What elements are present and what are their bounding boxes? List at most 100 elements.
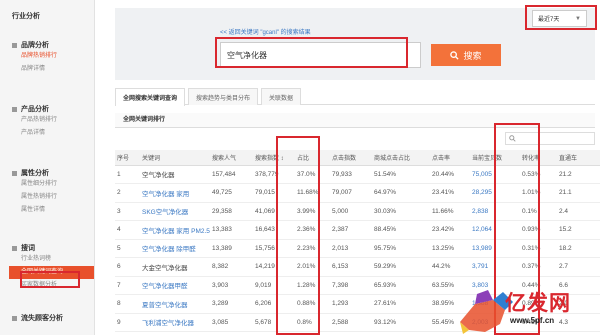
col-header-mall-click-share[interactable]: 商城点击占比 — [372, 150, 430, 166]
table-cell: 9 — [115, 313, 140, 332]
table-cell: 18.2 — [557, 239, 600, 258]
table-cell: 6 — [115, 257, 140, 277]
search-input[interactable]: 空气净化器 — [220, 42, 421, 68]
col-header-search-index[interactable]: 搜索指数 ↕ — [253, 150, 295, 166]
sidebar-item-brand-detail[interactable]: 品牌详情 — [12, 63, 94, 76]
table-cell: 59.29% — [372, 257, 430, 277]
sidebar-item-attr-detail[interactable]: 属性详情 — [12, 204, 94, 217]
search-button-label: 搜索 — [463, 50, 482, 61]
sidebar-item-attr-hot[interactable]: 属性热销排行 — [12, 191, 94, 204]
table-cell: 5,678 — [253, 313, 295, 332]
section-label: 搜词 — [21, 245, 35, 252]
table-cell[interactable]: 75,005 — [470, 165, 520, 184]
table-cell: 1 — [115, 165, 140, 184]
table-cell: 95.75% — [372, 239, 430, 258]
col-header-ctr[interactable]: 点击率 — [430, 150, 470, 166]
table-cell: 21.1 — [557, 183, 600, 203]
table-cell: 41,069 — [253, 202, 295, 221]
keyword-cell[interactable]: 大金空气净化器 — [140, 257, 210, 277]
grid-icon — [12, 170, 17, 176]
page: 行业分析 品牌分析 品牌热销排行 品牌详情 产品分析 产品热销排行 产品详情 属… — [0, 0, 600, 335]
back-link[interactable]: << 返回关键词 "gcanl" 的搜索结果 — [220, 27, 311, 36]
sidebar-section-search: 搜词 行业热词榜 全网关键词查询 买家数据分析 — [0, 243, 94, 292]
col-header-search-popularity[interactable]: 搜索人气 — [210, 150, 253, 166]
table-search-input[interactable] — [505, 132, 595, 145]
table-cell: 7 — [115, 276, 140, 295]
table-row: 3 SKG空气净化器 29,358 41,069 3.99% 5,000 30.03% 11.… — [115, 202, 600, 221]
sidebar-item-brand-hot[interactable]: 品牌热销排行 — [12, 50, 94, 63]
table-cell: 30.03% — [372, 202, 430, 221]
table-cell: 8 — [115, 294, 140, 314]
keyword-cell[interactable]: 亚都空气净化器 — [140, 331, 210, 335]
table-cell[interactable]: 13,989 — [470, 239, 520, 258]
sidebar: 行业分析 品牌分析 品牌热销排行 品牌详情 产品分析 产品热销排行 产品详情 属… — [0, 0, 95, 335]
sidebar-item-product-detail[interactable]: 产品详情 — [12, 127, 94, 140]
table-cell: 4,365 — [253, 331, 295, 335]
col-header-rank: 序号 — [115, 150, 140, 166]
table-cell: 0.93% — [520, 220, 557, 240]
tab-bar: 全网搜索关键词查询 搜索趋势与类目分布 关联数据 — [115, 88, 595, 106]
keyword-cell[interactable]: 空气净化器 家用 PM2.5 — [140, 220, 210, 240]
keyword-cell[interactable]: 空气净化器 家用 — [140, 183, 210, 203]
table-cell[interactable]: 3,791 — [470, 257, 520, 277]
sidebar-section-title-attribute[interactable]: 属性分析 — [12, 168, 94, 178]
table-cell: 0.8% — [295, 313, 330, 332]
table-cell: 64.97% — [372, 183, 430, 203]
keyword-cell[interactable]: 夏普空气净化器 — [140, 294, 210, 314]
date-range-select[interactable]: 最近7天 ▼ — [532, 10, 587, 27]
keyword-cell[interactable]: 飞利浦空气净化器 — [140, 313, 210, 332]
sidebar-section-title-brand[interactable]: 品牌分析 — [12, 40, 94, 50]
search-icon — [450, 50, 460, 60]
keyword-cell[interactable]: 空气净化器甲醛 — [140, 276, 210, 295]
table-cell: 10 — [115, 331, 140, 335]
table-cell: 5 — [115, 239, 140, 258]
table-cell: 6,206 — [253, 294, 295, 314]
table-cell: 2.7 — [557, 257, 600, 277]
grid-icon — [12, 245, 17, 251]
table-cell: 23.42% — [430, 220, 470, 240]
table-cell: 88.45% — [372, 220, 430, 240]
search-button[interactable]: 搜索 — [431, 44, 501, 66]
sidebar-section-industry[interactable]: 行业分析 — [0, 11, 94, 21]
sidebar-section-title-search[interactable]: 搜词 — [12, 243, 94, 253]
table-cell[interactable]: 28,295 — [470, 183, 520, 203]
col-header-ztc[interactable]: 直通车 — [557, 150, 600, 166]
sidebar-section-title-lost[interactable]: 流失顾客分析 — [12, 313, 94, 323]
table-cell: 2.36% — [295, 220, 330, 240]
chevron-down-icon: ▼ — [575, 16, 581, 22]
col-header-conversion[interactable]: 转化率 — [520, 150, 557, 166]
keyword-cell[interactable]: 空气净化器 除甲醛 — [140, 239, 210, 258]
table-header-row: 序号 关键词 搜索人气 搜索指数 ↕ 占比 点击指数 商城点击占比 点击率 当前… — [115, 150, 600, 166]
sidebar-item-attr-segment[interactable]: 属性细分排行 — [12, 178, 94, 191]
table-cell: 2,387 — [330, 220, 372, 240]
table-cell: 79,933 — [330, 165, 372, 184]
sidebar-section-title-product[interactable]: 产品分析 — [12, 104, 94, 114]
table-row: 5 空气净化器 除甲醛 13,389 15,756 2.23% 2,013 95.75% 13… — [115, 239, 600, 258]
table-cell: 0.37% — [520, 257, 557, 277]
table-cell: 0.88% — [295, 294, 330, 314]
sidebar-item-buyer-data[interactable]: 买家数据分析 — [12, 279, 94, 292]
grid-icon — [12, 42, 17, 48]
table-row: 2 空气净化器 家用 49,725 79,015 11.68% 79,007 64.97% 2… — [115, 183, 600, 203]
table-cell: 37.0% — [295, 165, 330, 184]
table-cell: 2.01% — [295, 257, 330, 277]
tab-keyword-query[interactable]: 全网搜索关键词查询 — [115, 88, 186, 106]
table-cell[interactable]: 2,838 — [470, 202, 520, 221]
col-header-item-count[interactable]: 当前宝贝数 — [470, 150, 520, 166]
sidebar-item-keyword-query[interactable]: 全网关键词查询 — [9, 266, 94, 279]
table-cell[interactable]: 12,064 — [470, 220, 520, 240]
table-cell: 4,155 — [210, 331, 253, 335]
table-row: 1 空气净化器 157,484 378,779 37.0% 79,933 51.54% 20.… — [115, 165, 600, 184]
table-cell: 0.1% — [520, 202, 557, 221]
table-cell: 93.12% — [372, 313, 430, 332]
keyword-cell[interactable]: 空气净化器 — [140, 165, 210, 184]
sidebar-item-hot-words[interactable]: 行业热词榜 — [12, 253, 94, 266]
col-header-share[interactable]: 占比 — [295, 150, 330, 166]
col-header-click-index[interactable]: 点击指数 — [330, 150, 372, 166]
keyword-cell[interactable]: SKG空气净化器 — [140, 202, 210, 221]
sidebar-item-product-hot[interactable]: 产品热销排行 — [12, 114, 94, 127]
table-cell: 1.01% — [520, 183, 557, 203]
sidebar-section-product: 产品分析 产品热销排行 产品详情 — [0, 104, 94, 140]
tab-related-data[interactable]: 关联数据 — [261, 88, 302, 105]
tab-trend-category[interactable]: 搜索趋势与类目分布 — [188, 88, 259, 105]
